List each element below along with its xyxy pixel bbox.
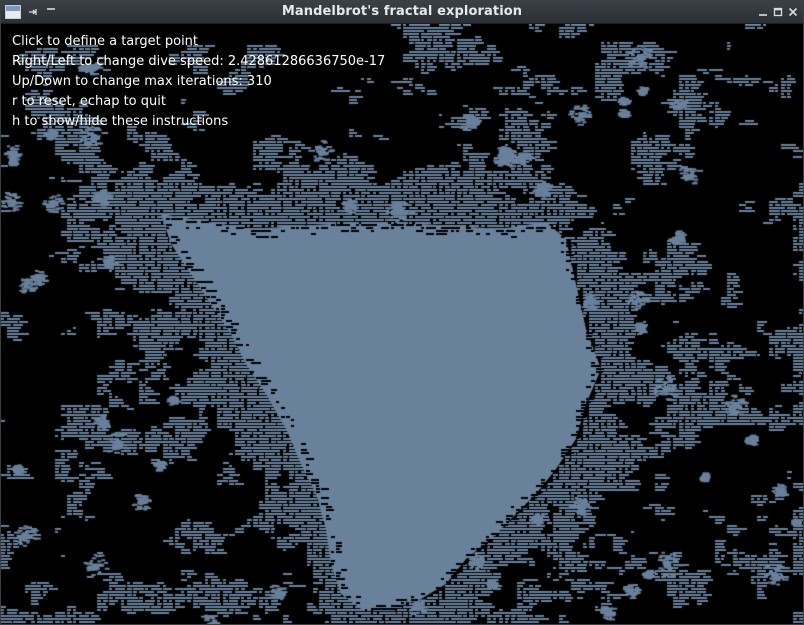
- close-icon: [788, 7, 798, 17]
- instruction-reset-quit: r to reset, echap to quit: [12, 94, 166, 109]
- title-bar[interactable]: Mandelbrot's fractal exploration: [1, 1, 803, 24]
- instruction-dive-speed: Right/Left to change dive speed: 2.42861…: [12, 54, 386, 69]
- maximize-button[interactable]: [770, 4, 786, 20]
- window-title: Mandelbrot's fractal exploration: [281, 4, 523, 19]
- maximize-icon: [773, 7, 783, 17]
- instruction-toggle-help: h to show/hide these instructions: [12, 114, 229, 129]
- instruction-target: Click to define a target point: [12, 34, 199, 49]
- instruction-max-iterations: Up/Down to change max iterations: 310: [12, 74, 272, 89]
- close-button[interactable]: [785, 4, 801, 20]
- app-window: Mandelbrot's fractal exploration Click t…: [0, 0, 804, 625]
- minimize-icon: [758, 7, 768, 17]
- instructions-overlay: Click to define a target point Right/Lef…: [12, 33, 572, 133]
- minimize-button[interactable]: [755, 4, 771, 20]
